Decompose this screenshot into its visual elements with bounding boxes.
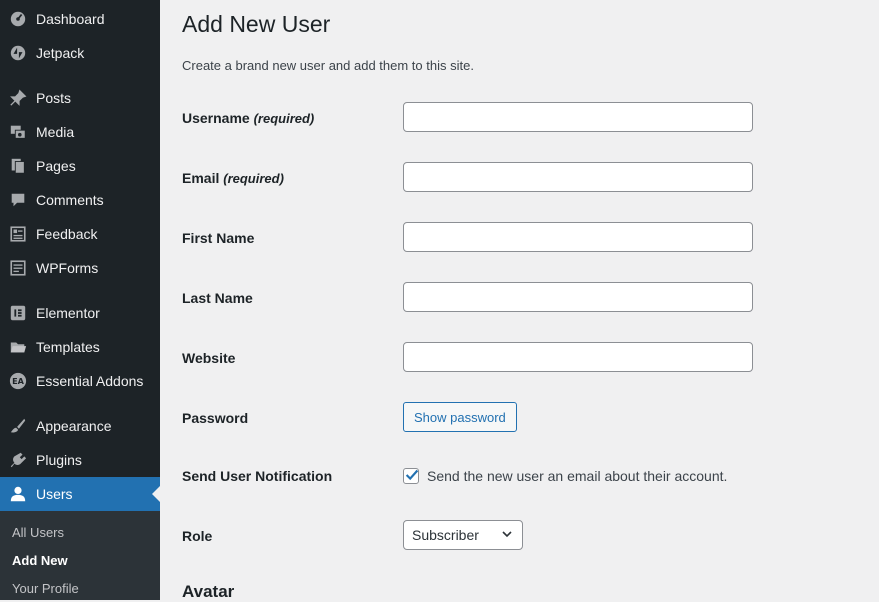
sidebar-item-label: Plugins — [36, 452, 82, 468]
sidebar-item-media[interactable]: Media — [0, 115, 160, 149]
sidebar-item-label: Appearance — [36, 418, 112, 434]
feedback-icon — [8, 224, 28, 244]
sidebar-item-label: WPForms — [36, 260, 99, 276]
username-input[interactable] — [403, 102, 753, 132]
sidebar-item-elementor[interactable]: Elementor — [0, 296, 160, 330]
submenu-item-all-users[interactable]: All Users — [12, 525, 64, 540]
sidebar-item-users[interactable]: Users — [0, 477, 160, 511]
username-label: Username (required) — [182, 110, 314, 126]
sidebar-item-label: Media — [36, 124, 75, 140]
email-label-text: Email — [182, 170, 220, 186]
checkmark-icon — [405, 469, 419, 481]
email-input[interactable] — [403, 162, 753, 192]
users-submenu: All Users Add New Your Profile — [0, 511, 160, 600]
sidebar-item-label: Dashboard — [36, 11, 105, 27]
role-label: Role — [182, 528, 213, 544]
media-icon — [8, 122, 28, 142]
required-marker: (required) — [223, 171, 284, 186]
sidebar-item-templates[interactable]: Templates — [0, 330, 160, 364]
sidebar-item-label: Essential Addons — [36, 373, 144, 389]
page-title: Add New User — [182, 11, 331, 37]
sidebar-item-posts[interactable]: Posts — [0, 81, 160, 115]
sidebar-item-plugins[interactable]: Plugins — [0, 443, 160, 477]
role-select[interactable]: Subscriber — [403, 520, 523, 550]
wpforms-icon — [8, 258, 28, 278]
dashboard-icon — [8, 9, 28, 29]
show-password-button[interactable]: Show password — [403, 402, 517, 432]
brush-icon — [8, 416, 28, 436]
role-selected-value: Subscriber — [412, 527, 479, 543]
jetpack-icon — [8, 43, 28, 63]
website-input[interactable] — [403, 342, 753, 372]
elementor-icon — [8, 303, 28, 323]
chevron-down-icon — [501, 527, 513, 543]
sidebar-item-appearance[interactable]: Appearance — [0, 409, 160, 443]
sidebar-item-pages[interactable]: Pages — [0, 149, 160, 183]
main-content: Add New User Create a brand new user and… — [182, 0, 879, 601]
notification-option: Send the new user an email about their a… — [403, 468, 727, 484]
password-label: Password — [182, 410, 249, 426]
sidebar-item-comments[interactable]: Comments — [0, 183, 160, 217]
sidebar-item-essential-addons[interactable]: EA Essential Addons — [0, 364, 160, 398]
sidebar-item-label: Jetpack — [36, 45, 85, 61]
comment-icon — [8, 190, 28, 210]
sidebar-item-label: Elementor — [36, 305, 100, 321]
sidebar-item-label: Posts — [36, 90, 72, 106]
notification-label: Send User Notification — [182, 468, 333, 484]
page-description: Create a brand new user and add them to … — [182, 58, 474, 73]
folder-icon — [8, 337, 28, 357]
notification-text: Send the new user an email about their a… — [427, 468, 728, 484]
pushpin-icon — [8, 88, 28, 108]
last-name-input[interactable] — [403, 282, 753, 312]
pages-icon — [8, 156, 28, 176]
plugin-icon — [8, 450, 28, 470]
required-marker: (required) — [253, 111, 315, 126]
avatar-heading: Avatar — [182, 582, 235, 601]
user-icon — [8, 484, 28, 504]
email-label: Email (required) — [182, 170, 284, 186]
sidebar-item-label: Templates — [36, 339, 100, 355]
sidebar-item-dashboard[interactable]: Dashboard — [0, 2, 160, 36]
first-name-label: First Name — [182, 230, 255, 246]
sidebar-item-label: Pages — [36, 158, 76, 174]
last-name-label: Last Name — [182, 290, 253, 306]
sidebar-item-label: Feedback — [36, 226, 98, 242]
sidebar-item-feedback[interactable]: Feedback — [0, 217, 160, 251]
submenu-item-add-new[interactable]: Add New — [12, 553, 68, 568]
sidebar-item-label: Users — [36, 486, 73, 502]
website-label: Website — [182, 350, 236, 366]
admin-sidebar: Dashboard Jetpack Posts Media Pages Comm… — [0, 0, 160, 600]
first-name-input[interactable] — [403, 222, 753, 252]
sidebar-item-jetpack[interactable]: Jetpack — [0, 36, 160, 70]
ea-icon: EA — [8, 371, 28, 391]
sidebar-item-label: Comments — [36, 192, 104, 208]
notification-checkbox[interactable] — [403, 468, 419, 484]
sidebar-item-wpforms[interactable]: WPForms — [0, 251, 160, 285]
username-label-text: Username — [182, 110, 250, 126]
submenu-item-your-profile[interactable]: Your Profile — [12, 581, 79, 596]
svg-text:EA: EA — [12, 376, 25, 386]
